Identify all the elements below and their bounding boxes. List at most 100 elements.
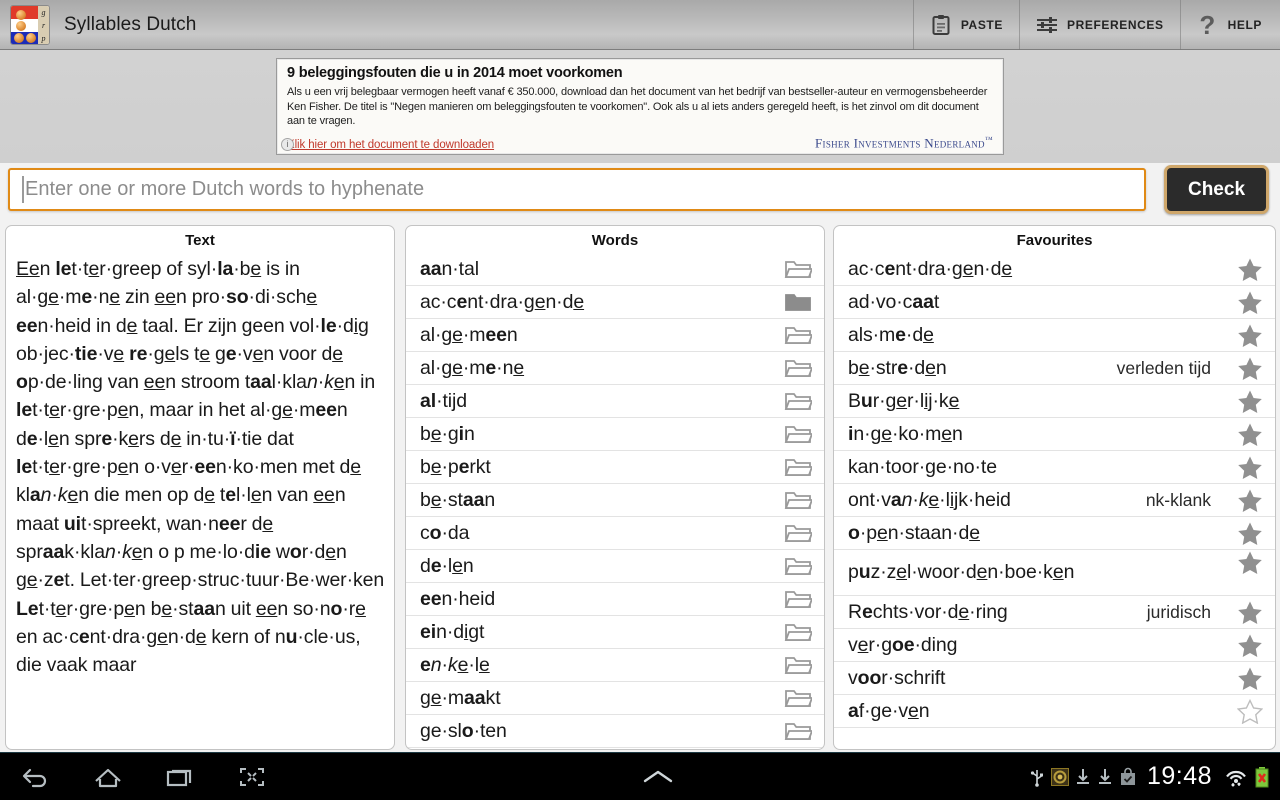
folder-outline-icon[interactable]: [778, 621, 812, 643]
word-label: al·ge·meen: [420, 323, 518, 346]
clock: 19:48: [1146, 762, 1212, 790]
list-item[interactable]: Rechts·vor·de·ring juridisch: [834, 596, 1275, 629]
star-filled-icon[interactable]: [1229, 550, 1263, 575]
list-item[interactable]: al·ge·meen: [406, 319, 824, 352]
word-label: be·staan: [420, 488, 496, 511]
list-item[interactable]: ac·cent·dra·gen·de: [406, 286, 824, 319]
folder-outline-icon[interactable]: [778, 555, 812, 577]
star-filled-icon[interactable]: [1229, 600, 1263, 625]
ad-link[interactable]: Klik hier om het document te downloaden: [287, 139, 494, 151]
star-filled-icon[interactable]: [1229, 488, 1263, 513]
folder-outline-icon[interactable]: [778, 324, 812, 346]
list-item[interactable]: een·heid: [406, 583, 824, 616]
list-item[interactable]: voor·schrift: [834, 662, 1275, 695]
download-icon: [1097, 767, 1113, 787]
search-input[interactable]: Enter one or more Dutch words to hyphena…: [8, 168, 1146, 211]
back-arrow-icon[interactable]: [0, 753, 72, 800]
battery-error-icon: [1254, 766, 1270, 788]
star-filled-icon[interactable]: [1229, 323, 1263, 348]
hyphenated-text[interactable]: Een let·ter·greep of syl·la·be is in al·…: [6, 253, 394, 679]
folder-outline-icon[interactable]: [778, 390, 812, 412]
list-item[interactable]: o·pen·staan·de: [834, 517, 1275, 550]
paste-button[interactable]: PASTE: [912, 0, 1019, 50]
list-item[interactable]: in·ge·ko·men: [834, 418, 1275, 451]
preferences-button[interactable]: PREFERENCES: [1018, 0, 1180, 50]
folder-outline-icon[interactable]: [778, 687, 812, 709]
list-item[interactable]: be·gin: [406, 418, 824, 451]
word-label: puz·zel·woor·den·boe·ken: [848, 561, 1075, 583]
list-item[interactable]: ac·cent·dra·gen·de: [834, 253, 1275, 286]
list-item[interactable]: co·da: [406, 517, 824, 550]
check-button[interactable]: Check: [1164, 165, 1269, 214]
list-item[interactable]: ein·digt: [406, 616, 824, 649]
word-label: in·ge·ko·men: [848, 422, 963, 445]
list-item[interactable]: ge·slo·ten: [406, 715, 824, 748]
word-label: be·perkt: [420, 455, 491, 478]
search-placeholder: Enter one or more Dutch words to hyphena…: [25, 178, 425, 200]
star-filled-icon[interactable]: [1229, 666, 1263, 691]
folder-outline-icon[interactable]: [778, 456, 812, 478]
screenshot-icon[interactable]: [216, 753, 288, 800]
list-item[interactable]: kan·toor·ge·no·te: [834, 451, 1275, 484]
star-filled-icon[interactable]: [1229, 633, 1263, 658]
folder-filled-icon[interactable]: [778, 291, 812, 313]
paste-label: PASTE: [960, 17, 1003, 32]
star-filled-icon[interactable]: [1229, 290, 1263, 315]
list-item[interactable]: en·ke·le: [406, 649, 824, 682]
word-label: al·ge·me·ne: [420, 356, 525, 379]
star-outline-icon[interactable]: [1229, 698, 1263, 724]
favourites-list[interactable]: ac·cent·dra·gen·de ad·vo·caat als·me·de: [834, 253, 1275, 728]
star-filled-icon[interactable]: [1229, 521, 1263, 546]
app-logo-icon: grpn: [10, 4, 50, 45]
ad-banner[interactable]: 9 beleggingsfouten die u in 2014 moet vo…: [276, 58, 1004, 155]
screen: grpn Syllables Dutch PASTE: [0, 0, 1280, 800]
folder-outline-icon[interactable]: [778, 357, 812, 379]
folder-outline-icon[interactable]: [778, 654, 812, 676]
folder-outline-icon[interactable]: [778, 423, 812, 445]
home-icon[interactable]: [72, 753, 144, 800]
adchoices-icon[interactable]: i: [281, 138, 294, 151]
star-filled-icon[interactable]: [1229, 455, 1263, 480]
list-item[interactable]: puz·zel·woor·den·boe·ken: [834, 550, 1275, 596]
list-item[interactable]: als·me·de: [834, 319, 1275, 352]
list-item[interactable]: ver·goe·ding: [834, 629, 1275, 662]
chevron-up-icon[interactable]: [622, 753, 694, 800]
word-label: ge·maakt: [420, 686, 501, 709]
list-item[interactable]: ont·van·ke·lijk·heid nk-klank: [834, 484, 1275, 517]
folder-outline-icon[interactable]: [778, 720, 812, 742]
word-label: be·gin: [420, 422, 475, 445]
favourites-panel-title: Favourites: [1016, 232, 1093, 249]
help-button[interactable]: ? HELP: [1179, 0, 1280, 50]
list-item[interactable]: be·stre·den verleden tijd: [834, 352, 1275, 385]
list-item[interactable]: al·ge·me·ne: [406, 352, 824, 385]
text-panel[interactable]: Text Een let·ter·greep of syl·la·be is i…: [5, 225, 395, 750]
list-item[interactable]: aan·tal: [406, 253, 824, 286]
folder-outline-icon[interactable]: [778, 258, 812, 280]
app-title: Syllables Dutch: [64, 13, 197, 35]
text-caret: [22, 176, 24, 203]
usb-icon: [1029, 767, 1045, 787]
star-filled-icon[interactable]: [1229, 257, 1263, 282]
list-item[interactable]: be·perkt: [406, 451, 824, 484]
folder-outline-icon[interactable]: [778, 489, 812, 511]
folder-outline-icon[interactable]: [778, 588, 812, 610]
favourites-panel[interactable]: Favourites ac·cent·dra·gen·de ad·vo·caat: [833, 225, 1276, 750]
words-panel[interactable]: Words aan·tal ac·cent·dra·gen·de al·ge·m…: [405, 225, 825, 750]
list-item[interactable]: be·staan: [406, 484, 824, 517]
word-label: een·heid: [420, 587, 496, 610]
list-item[interactable]: de·len: [406, 550, 824, 583]
word-label: ge·slo·ten: [420, 719, 507, 742]
list-item[interactable]: al·tijd: [406, 385, 824, 418]
recent-apps-icon[interactable]: [144, 753, 216, 800]
help-label: HELP: [1227, 17, 1262, 32]
list-item[interactable]: Bur·ger·lij·ke: [834, 385, 1275, 418]
list-item[interactable]: af·ge·ven: [834, 695, 1275, 728]
words-list[interactable]: aan·tal ac·cent·dra·gen·de al·ge·meen al…: [406, 253, 824, 748]
list-item[interactable]: ad·vo·caat: [834, 286, 1275, 319]
folder-outline-icon[interactable]: [778, 522, 812, 544]
ad-trademark: ™: [984, 134, 993, 144]
star-filled-icon[interactable]: [1229, 389, 1263, 414]
star-filled-icon[interactable]: [1229, 356, 1263, 381]
star-filled-icon[interactable]: [1229, 422, 1263, 447]
list-item[interactable]: ge·maakt: [406, 682, 824, 715]
